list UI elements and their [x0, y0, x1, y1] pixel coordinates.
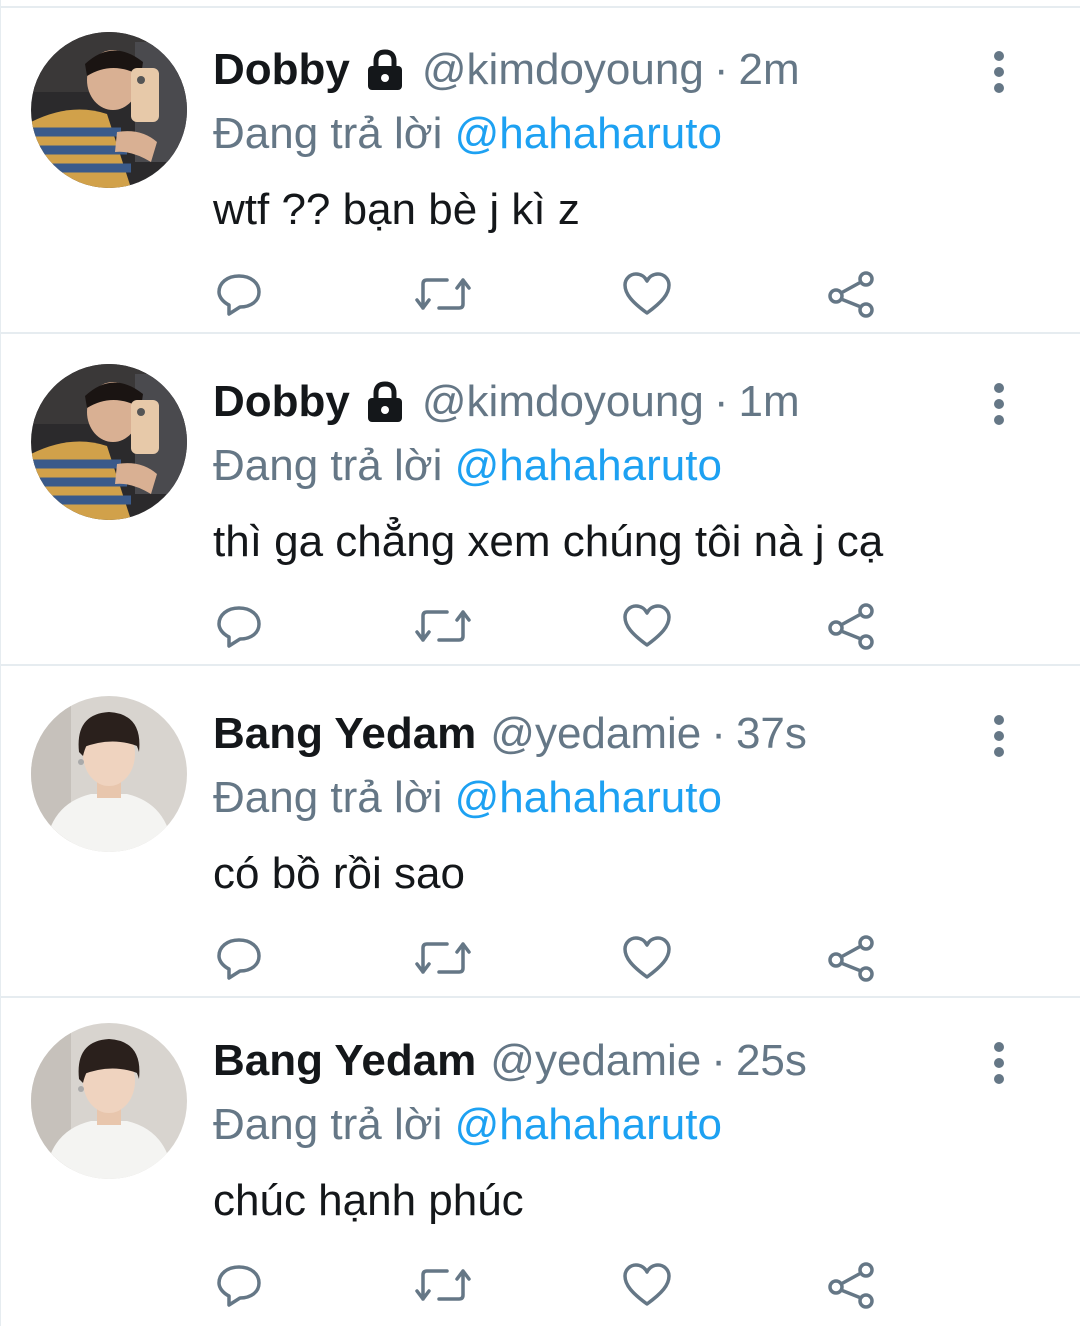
separator-dot: · — [713, 377, 729, 426]
heart-icon — [622, 1262, 672, 1313]
reply-icon — [215, 270, 263, 323]
more-options-button[interactable] — [977, 378, 1021, 434]
replying-to: Đang trả lời @hahaharuto — [213, 436, 722, 496]
retweet-icon — [413, 1261, 473, 1314]
tweet-item[interactable]: Dobby @kimdoyoung · 2m Đang trả lời @hah… — [1, 8, 1080, 334]
tweet-header: Bang Yedam @yedamie · 37s — [213, 704, 807, 764]
timestamp[interactable]: 25s — [736, 1031, 807, 1091]
reply-icon — [215, 602, 263, 655]
more-options-button[interactable] — [977, 46, 1021, 102]
separator-dot: · — [713, 45, 729, 94]
replying-to: Đang trả lời @hahaharuto — [213, 104, 722, 164]
retweet-button[interactable] — [413, 930, 473, 990]
feed-top-divider — [1, 0, 1080, 8]
retweet-icon — [413, 934, 473, 987]
tweet-item[interactable]: Bang Yedam @yedamie · 25s Đang trả lời @… — [1, 999, 1080, 1325]
reply-icon — [215, 1261, 263, 1314]
tweet-actions — [1, 1257, 1080, 1323]
more-options-button[interactable] — [977, 710, 1021, 766]
user-handle[interactable]: @yedamie — [490, 704, 701, 764]
heart-icon — [622, 603, 672, 654]
reply-button[interactable] — [209, 1257, 269, 1317]
more-vertical-icon — [991, 382, 1007, 431]
reply-mention-link[interactable]: @hahaharuto — [455, 441, 722, 490]
avatar[interactable] — [31, 1023, 187, 1179]
display-name[interactable]: Dobby — [213, 40, 350, 100]
avatar[interactable] — [31, 32, 187, 188]
more-vertical-icon — [991, 714, 1007, 763]
replying-to: Đang trả lời @hahaharuto — [213, 768, 722, 828]
share-icon — [826, 934, 876, 987]
separator-dot: · — [711, 709, 726, 758]
share-button[interactable] — [821, 930, 881, 990]
like-button[interactable] — [617, 1257, 677, 1317]
tweet-actions — [1, 930, 1080, 996]
share-icon — [826, 1261, 876, 1314]
separator-dot: · — [711, 1036, 726, 1085]
reply-button[interactable] — [209, 598, 269, 658]
reply-icon — [215, 934, 263, 987]
heart-icon — [622, 271, 672, 322]
lock-icon — [362, 47, 408, 93]
replying-to-label: Đang trả lời — [213, 109, 443, 158]
like-button[interactable] — [617, 266, 677, 326]
more-options-button[interactable] — [977, 1037, 1021, 1093]
user-handle[interactable]: @kimdoyoung — [422, 40, 704, 100]
tweet-item[interactable]: Bang Yedam @yedamie · 37s Đang trả lời @… — [1, 672, 1080, 998]
lock-icon — [362, 379, 408, 425]
tweet-header: Bang Yedam @yedamie · 25s — [213, 1031, 807, 1091]
like-button[interactable] — [617, 598, 677, 658]
retweet-icon — [413, 602, 473, 655]
share-button[interactable] — [821, 266, 881, 326]
tweet-text: chúc hạnh phúc — [213, 1176, 524, 1225]
reply-mention-link[interactable]: @hahaharuto — [455, 1100, 722, 1149]
timestamp[interactable]: 1m — [738, 372, 799, 432]
tweet-actions — [1, 598, 1080, 664]
user-handle[interactable]: @yedamie — [490, 1031, 701, 1091]
user-handle[interactable]: @kimdoyoung — [422, 372, 704, 432]
reply-button[interactable] — [209, 266, 269, 326]
display-name[interactable]: Bang Yedam — [213, 1031, 476, 1091]
tweet-text: thì ga chẳng xem chúng tôi nà j cạ — [213, 517, 884, 566]
display-name[interactable]: Bang Yedam — [213, 704, 476, 764]
display-name[interactable]: Dobby — [213, 372, 350, 432]
tweet-header: Dobby @kimdoyoung · 2m — [213, 40, 800, 100]
avatar[interactable] — [31, 696, 187, 852]
share-icon — [826, 602, 876, 655]
like-button[interactable] — [617, 930, 677, 990]
avatar[interactable] — [31, 364, 187, 520]
retweet-button[interactable] — [413, 598, 473, 658]
tweet-item[interactable]: Dobby @kimdoyoung · 1m Đang trả lời @hah… — [1, 340, 1080, 666]
share-button[interactable] — [821, 598, 881, 658]
retweet-button[interactable] — [413, 266, 473, 326]
tweet-text: wtf ?? bạn bè j kì z — [213, 185, 580, 234]
replying-to-label: Đang trả lời — [213, 1100, 443, 1149]
more-vertical-icon — [991, 1041, 1007, 1090]
more-vertical-icon — [991, 50, 1007, 99]
replying-to-label: Đang trả lời — [213, 773, 443, 822]
tweet-header: Dobby @kimdoyoung · 1m — [213, 372, 800, 432]
reply-button[interactable] — [209, 930, 269, 990]
share-button[interactable] — [821, 1257, 881, 1317]
heart-icon — [622, 935, 672, 986]
tweet-actions — [1, 266, 1080, 332]
timestamp[interactable]: 2m — [738, 40, 799, 100]
timestamp[interactable]: 37s — [736, 704, 807, 764]
reply-mention-link[interactable]: @hahaharuto — [455, 109, 722, 158]
retweet-button[interactable] — [413, 1257, 473, 1317]
tweet-text: có bồ rồi sao — [213, 849, 465, 898]
reply-mention-link[interactable]: @hahaharuto — [455, 773, 722, 822]
share-icon — [826, 270, 876, 323]
retweet-icon — [413, 270, 473, 323]
replying-to: Đang trả lời @hahaharuto — [213, 1095, 722, 1155]
replying-to-label: Đang trả lời — [213, 441, 443, 490]
reply-feed: Dobby @kimdoyoung · 2m Đang trả lời @hah… — [0, 0, 1080, 1326]
